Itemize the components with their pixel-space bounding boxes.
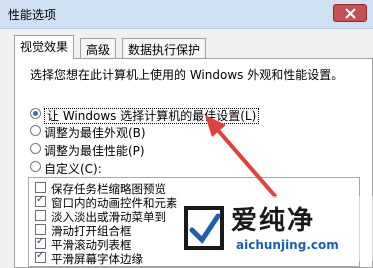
- checkbox[interactable]: [35, 224, 46, 235]
- radio-button[interactable]: [30, 143, 41, 154]
- radio-label: 让 Windows 选择计算机的最佳设置(L): [44, 108, 260, 124]
- title-bar: 性能选项: [0, 0, 373, 29]
- checkbox[interactable]: [35, 236, 46, 249]
- tab-visual-effects[interactable]: 视觉效果: [14, 35, 75, 59]
- close-button[interactable]: [333, 4, 367, 22]
- brand-logo-icon: [184, 206, 224, 250]
- description-text: 选择您想在此计算机上使用的 Windows 外观和性能设置。: [30, 68, 344, 82]
- checkbox[interactable]: [35, 194, 46, 207]
- watermark-brand: 爱纯净: [231, 206, 316, 236]
- tab-advanced[interactable]: 高级: [80, 38, 117, 58]
- tab-label: 高级: [86, 43, 111, 57]
- tab-label: 视觉效果: [20, 40, 69, 54]
- radio-button[interactable]: [30, 161, 41, 172]
- checkbox[interactable]: [35, 210, 46, 221]
- watermark-url: aichunjing.com: [236, 238, 339, 252]
- radio-button[interactable]: [30, 108, 41, 119]
- close-icon: [345, 8, 356, 19]
- radio-label: 调整为最佳性能(P): [44, 144, 145, 158]
- window-title: 性能选项: [8, 8, 57, 22]
- tab-label: 数据执行保护: [128, 43, 201, 57]
- checkbox[interactable]: [35, 182, 46, 193]
- watermark: 爱纯净 aichunjing.com: [176, 196, 373, 261]
- radio-label: 自定义(C):: [44, 162, 102, 176]
- checkbox[interactable]: [35, 250, 46, 263]
- checkbox-label: 平滑屏幕字体边缘: [51, 252, 143, 266]
- radio-button[interactable]: [30, 125, 41, 136]
- radio-label: 调整为最佳外观(B): [44, 126, 146, 140]
- tab-dep[interactable]: 数据执行保护: [122, 38, 207, 58]
